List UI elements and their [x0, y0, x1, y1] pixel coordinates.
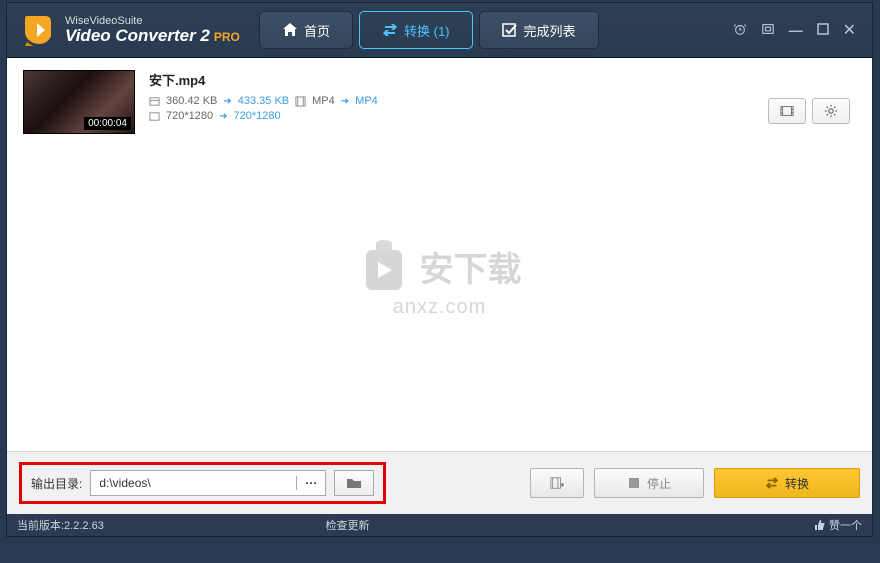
browse-button[interactable]: ···: [296, 476, 317, 490]
checklist-icon: [502, 22, 518, 38]
alarm-icon[interactable]: [733, 22, 747, 39]
convert-button[interactable]: 转换: [714, 468, 860, 498]
tab-convert[interactable]: 转换 (1): [359, 11, 473, 49]
settings-button[interactable]: [812, 98, 850, 124]
like-label: 赞一个: [829, 517, 862, 533]
file-name: 安下.mp4: [149, 70, 754, 89]
file-actions: [768, 98, 850, 124]
convert-icon: [382, 22, 398, 38]
stop-icon: [627, 476, 641, 490]
maximize-button[interactable]: [817, 22, 829, 38]
size-in: 360.42 KB: [166, 95, 217, 107]
output-path-value: d:\videos\: [99, 476, 150, 490]
duration-badge: 00:00:04: [84, 117, 131, 130]
tab-completed[interactable]: 完成列表: [479, 11, 599, 49]
version-label: 当前版本:2.2.2.63: [17, 517, 104, 533]
brand-line2: Video Converter 2: [65, 27, 210, 46]
close-button[interactable]: ✕: [843, 20, 856, 40]
like-button[interactable]: 赞一个: [813, 517, 862, 533]
arrow-icon: ➜: [223, 96, 231, 107]
footer-bar: 输出目录: d:\videos\ ··· 停止 转换: [7, 451, 872, 514]
folder-icon: [346, 477, 362, 489]
check-update-link[interactable]: 检查更新: [326, 517, 370, 533]
output-path-input[interactable]: d:\videos\ ···: [90, 470, 326, 496]
logo: WiseVideoSuite Video Converter 2 PRO: [21, 12, 259, 48]
watermark-text2: anxz.com: [393, 296, 487, 319]
tab-convert-label: 转换 (1): [404, 21, 450, 40]
edit-video-button[interactable]: [768, 98, 806, 124]
gear-icon: [824, 104, 838, 118]
convert-label: 转换: [785, 475, 809, 492]
resolution-icon: [149, 111, 160, 122]
brand-line1: WiseVideoSuite: [65, 15, 240, 27]
file-meta: 安下.mp4 360.42 KB ➜ 433.35 KB MP4 ➜ MP4 7…: [149, 70, 754, 125]
resolution-out: 720*1280: [234, 110, 281, 122]
film-icon: [780, 104, 794, 118]
output-label: 输出目录:: [31, 475, 82, 492]
size-icon: [149, 96, 160, 107]
add-file-button[interactable]: [530, 468, 584, 498]
convert-icon: [765, 476, 779, 490]
tab-home-label: 首页: [304, 21, 330, 40]
tab-home[interactable]: 首页: [259, 11, 353, 49]
file-item[interactable]: 00:00:04 安下.mp4 360.42 KB ➜ 433.35 KB MP…: [7, 58, 872, 146]
watermark-text1: 安下载: [420, 242, 522, 291]
stop-button[interactable]: 停止: [594, 468, 704, 498]
resolution-in: 720*1280: [166, 110, 213, 122]
thumbs-up-icon: [813, 519, 825, 531]
watermark: 安下载 anxz.com: [358, 238, 522, 319]
output-area-highlight: 输出目录: d:\videos\ ···: [19, 462, 386, 504]
format-icon: [295, 96, 306, 107]
pro-badge: PRO: [214, 31, 240, 44]
minimize-button[interactable]: —: [789, 22, 803, 38]
home-icon: [282, 22, 298, 38]
skin-icon[interactable]: [761, 22, 775, 39]
video-thumbnail[interactable]: 00:00:04: [23, 70, 135, 134]
tab-completed-label: 完成列表: [524, 21, 576, 40]
file-list: 00:00:04 安下.mp4 360.42 KB ➜ 433.35 KB MP…: [7, 58, 872, 451]
open-folder-button[interactable]: [334, 470, 374, 496]
size-out: 433.35 KB: [238, 95, 289, 107]
arrow-icon: ➜: [219, 111, 227, 122]
stop-label: 停止: [647, 475, 671, 492]
format-in: MP4: [312, 95, 335, 107]
app-logo-icon: [21, 12, 57, 48]
content-area: 00:00:04 安下.mp4 360.42 KB ➜ 433.35 KB MP…: [7, 57, 872, 514]
status-bar: 当前版本:2.2.2.63 检查更新 赞一个: [7, 514, 872, 536]
add-film-icon: [550, 476, 564, 490]
arrow-icon: ➜: [341, 96, 349, 107]
nav-tabs: 首页 转换 (1) 完成列表: [259, 11, 599, 49]
window-controls: — ✕: [733, 20, 864, 40]
format-out: MP4: [355, 95, 378, 107]
titlebar: WiseVideoSuite Video Converter 2 PRO 首页 …: [7, 3, 872, 57]
watermark-icon: [358, 238, 410, 294]
